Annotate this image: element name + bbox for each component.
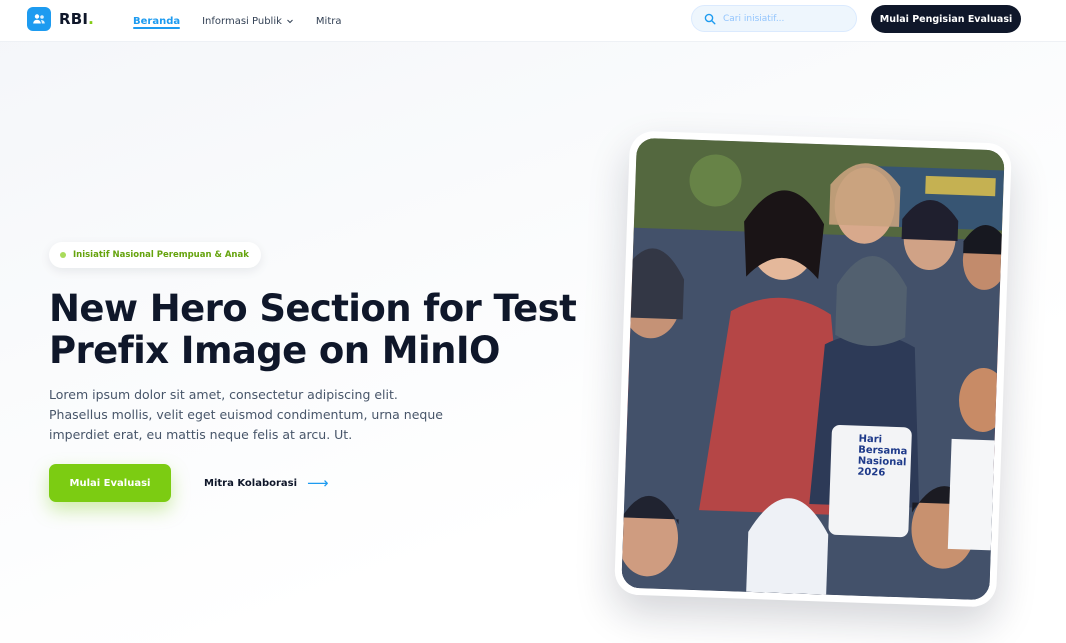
hero-headline-line-1: New Hero Section for Test [49, 287, 577, 330]
hero-headline-line-2: Prefix Image on MinIO [49, 329, 500, 372]
hero-tag-text: Inisiatif Nasional Perempuan & Anak [73, 250, 249, 260]
nav-link-label: Informasi Publik [202, 15, 282, 27]
search-input[interactable] [723, 13, 843, 24]
tag-dot [60, 252, 66, 258]
search-icon [704, 13, 716, 24]
hero-photo-frame: Hari Bersama Nasional 2026 [614, 130, 1012, 608]
nav-link-beranda[interactable]: Beranda [133, 0, 181, 42]
hero-headline: New Hero Section for Test Prefix Image o… [49, 288, 609, 372]
page: RBI. Beranda Informasi Publik Mitra Mula… [0, 0, 1066, 643]
chevron-down-icon [287, 19, 293, 24]
hero-description: Lorem ipsum dolor sit amet, consectetur … [49, 387, 443, 442]
arrow-right-icon: ⟶ [307, 474, 329, 492]
hero-tag: Inisiatif Nasional Perempuan & Anak [49, 242, 261, 268]
group-photo-illustration [621, 137, 1005, 601]
logo-text: RBI. [59, 10, 95, 28]
nav-links: Beranda Informasi Publik Mitra [133, 0, 341, 42]
partner-collaboration-link[interactable]: Mitra Kolaborasi ⟶ [204, 471, 329, 495]
users-icon [27, 7, 51, 31]
navbar: RBI. Beranda Informasi Publik Mitra Mula… [0, 0, 1066, 42]
search-box[interactable] [691, 5, 857, 32]
start-evaluation-button[interactable]: Mulai Pengisian Evaluasi [871, 5, 1021, 33]
nav-link-mitra[interactable]: Mitra [316, 0, 342, 42]
logo[interactable]: RBI. [27, 7, 94, 31]
shirt-text: Hari Bersama Nasional 2026 [857, 434, 928, 480]
start-evaluation-primary-button[interactable]: Mulai Evaluasi [49, 464, 171, 502]
partner-collaboration-label: Mitra Kolaborasi [204, 477, 298, 489]
nav-link-informasi-publik[interactable]: Informasi Publik [202, 0, 294, 42]
hero-photo: Hari Bersama Nasional 2026 [621, 137, 1005, 601]
